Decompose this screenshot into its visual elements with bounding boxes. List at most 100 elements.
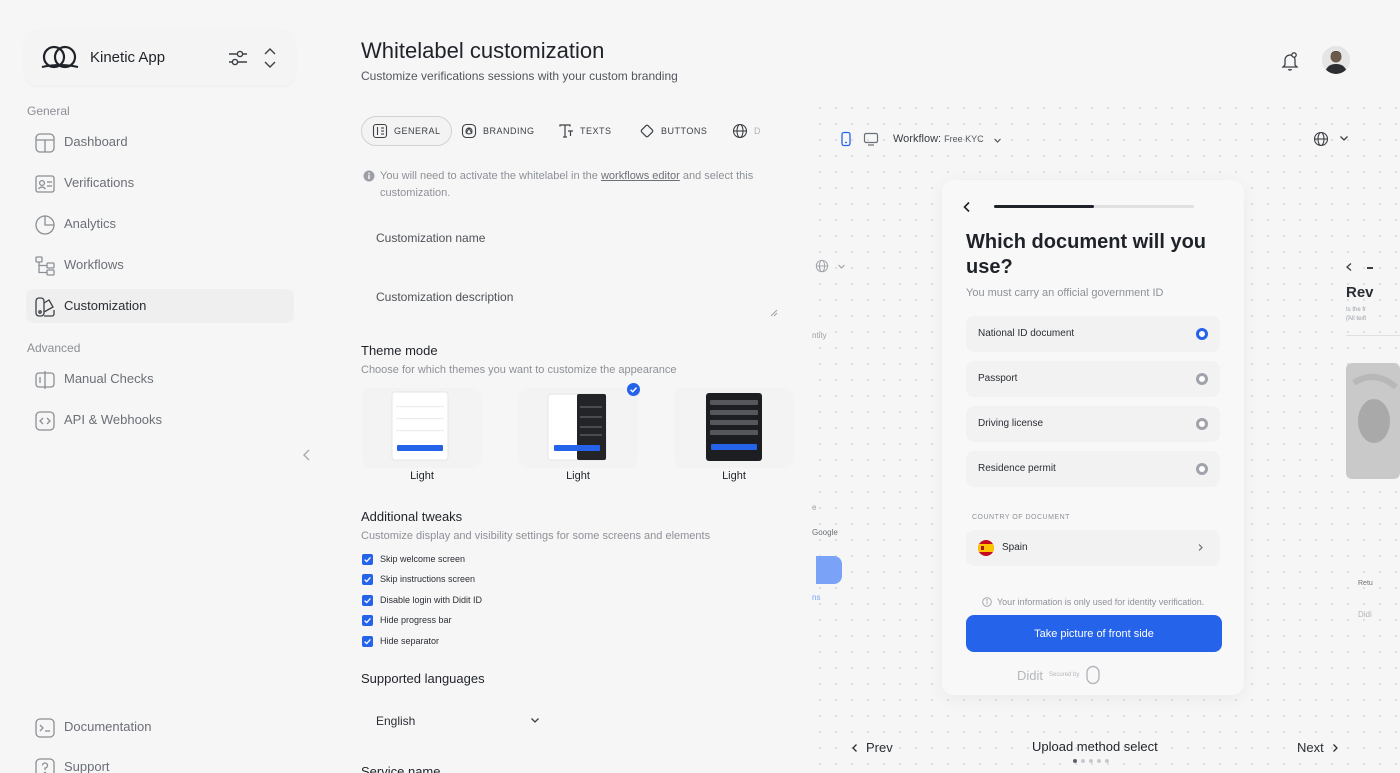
tweak-skip-instructions[interactable]: Skip instructions screen: [362, 572, 475, 586]
sidebar-item-verifications[interactable]: Verifications: [26, 166, 294, 200]
chevron-down-icon: [994, 138, 1001, 143]
sidebar-item-analytics[interactable]: Analytics: [26, 207, 294, 241]
resize-handle-icon[interactable]: [770, 309, 778, 317]
back-arrow-icon[interactable]: [960, 200, 974, 214]
tweak-hide-progress[interactable]: Hide progress bar: [362, 613, 452, 627]
ghost-text: Didi: [1358, 610, 1372, 619]
checkbox[interactable]: [362, 594, 373, 606]
branding-icon: [461, 123, 477, 139]
tab-general[interactable]: GENERAL: [361, 116, 452, 146]
ghost-text: ns: [812, 593, 821, 602]
ghost-text: e: [812, 503, 817, 512]
tab-branding[interactable]: BRANDING: [451, 116, 545, 146]
document-option-label: Residence permit: [978, 463, 1056, 474]
theme-mode-description: Choose for which themes you want to cust…: [361, 364, 677, 376]
take-picture-button[interactable]: Take picture of front side: [966, 615, 1222, 652]
next-step-button[interactable]: Next: [1297, 740, 1340, 755]
notification-bell-icon[interactable]: [1280, 50, 1300, 72]
workflow-selector[interactable]: Workflow: Free KYC: [893, 133, 984, 145]
workflows-editor-link[interactable]: workflows editor: [601, 170, 680, 182]
customization-description-input[interactable]: [362, 274, 782, 320]
checkbox[interactable]: [362, 635, 373, 647]
language-select-value: English: [376, 714, 416, 728]
sidebar-item-documentation[interactable]: Documentation: [26, 710, 294, 744]
language-select[interactable]: English: [362, 704, 550, 736]
question-subtitle: You must carry an official government ID: [966, 287, 1164, 299]
country-select[interactable]: Spain: [966, 530, 1220, 566]
radio[interactable]: [1196, 463, 1208, 475]
sidebar-item-label: Support: [64, 759, 110, 773]
sliders-icon[interactable]: [226, 46, 250, 70]
globe-icon[interactable]: [1313, 131, 1329, 147]
theme-option-light[interactable]: [362, 388, 482, 468]
chevron-down-icon: [531, 718, 539, 723]
check-icon: [364, 597, 371, 604]
prev-label: Prev: [866, 740, 893, 755]
checkbox[interactable]: [362, 553, 373, 565]
ghost-chevron-icon: [838, 264, 845, 269]
radio-selected[interactable]: [1196, 328, 1208, 340]
document-option-passport[interactable]: Passport: [966, 361, 1220, 397]
checkbox[interactable]: [362, 573, 373, 585]
radio[interactable]: [1196, 418, 1208, 430]
tab-buttons[interactable]: BUTTONS: [629, 116, 717, 146]
desktop-device-icon[interactable]: [863, 131, 879, 147]
tab-texts[interactable]: TEXTS: [548, 116, 622, 146]
checkbox-label: Hide progress bar: [380, 615, 452, 625]
user-avatar[interactable]: [1322, 46, 1350, 74]
theme-option-label: Light: [566, 470, 590, 482]
sidebar-item-customization[interactable]: Customization: [26, 289, 294, 323]
workspace-switcher[interactable]: Kinetic App: [26, 31, 294, 85]
sidebar-item-api-webhooks[interactable]: API & Webhooks: [26, 403, 294, 437]
document-option-residence-permit[interactable]: Residence permit: [966, 451, 1220, 487]
customization-name-field: [362, 215, 782, 261]
pagination-dot[interactable]: [1073, 759, 1077, 763]
additional-tweaks-description: Customize display and visibility setting…: [361, 530, 711, 542]
secured-text: Secured by: [1049, 672, 1080, 678]
pagination-dot[interactable]: [1081, 759, 1085, 763]
theme-option-split[interactable]: [518, 388, 638, 468]
ghost-id-photo: [1346, 363, 1400, 479]
document-option-national-id[interactable]: National ID document: [966, 316, 1220, 352]
checkbox-label: Skip instructions screen: [380, 574, 476, 584]
theme-mode-title: Theme mode: [361, 343, 438, 358]
prev-step-button[interactable]: Prev: [850, 740, 893, 755]
chevron-up-down-icon[interactable]: [262, 45, 278, 71]
sidebar-item-label: Analytics: [64, 216, 117, 231]
tab-languages[interactable]: D: [722, 116, 761, 146]
supported-languages-title: Supported languages: [361, 671, 485, 686]
tab-label: BRANDING: [483, 126, 535, 136]
document-option-driving-license[interactable]: Driving license: [966, 406, 1220, 442]
tweak-disable-login[interactable]: Disable login with Didit ID: [362, 593, 482, 607]
spain-flag-icon: [978, 540, 994, 556]
sidebar-item-dashboard[interactable]: Dashboard: [26, 125, 294, 159]
workflow-label: Workflow:: [893, 133, 942, 145]
pagination-dot[interactable]: [1097, 759, 1101, 763]
sidebar-item-support[interactable]: Support: [26, 750, 294, 773]
ghost-button: [816, 556, 842, 584]
sidebar-item-workflows[interactable]: Workflows: [26, 248, 294, 282]
collapse-sidebar-icon[interactable]: [300, 446, 314, 464]
sidebar-item-label: Manual Checks: [64, 371, 154, 386]
chevron-down-icon[interactable]: [1338, 132, 1350, 144]
theme-option-dark[interactable]: [674, 388, 794, 468]
next-label: Next: [1297, 740, 1324, 755]
tweak-skip-welcome[interactable]: Skip welcome screen: [362, 552, 465, 566]
checkbox[interactable]: [362, 614, 373, 626]
workflow-value: Free KYC: [944, 134, 984, 144]
pagination-dot[interactable]: [1089, 759, 1093, 763]
radio[interactable]: [1196, 373, 1208, 385]
sidebar-item-label: Workflows: [64, 257, 124, 272]
sidebar-item-manual-checks[interactable]: Manual Checks: [26, 362, 294, 396]
privacy-note: Your information is only used for identi…: [982, 597, 1204, 607]
customization-name-input[interactable]: [362, 215, 782, 261]
chevron-right-icon: [1332, 743, 1338, 752]
mobile-device-icon[interactable]: [838, 131, 854, 147]
chevron-left-icon: [852, 743, 857, 752]
tweak-hide-separator[interactable]: Hide separator: [362, 634, 439, 648]
workflow-icon: [35, 256, 55, 276]
pagination-dot[interactable]: [1105, 759, 1109, 763]
ghost-globe-icon: [815, 259, 829, 273]
customization-tabs: GENERAL BRANDING TEXTS BUTTONS D: [361, 116, 761, 146]
sidebar-item-label: API & Webhooks: [64, 412, 163, 427]
